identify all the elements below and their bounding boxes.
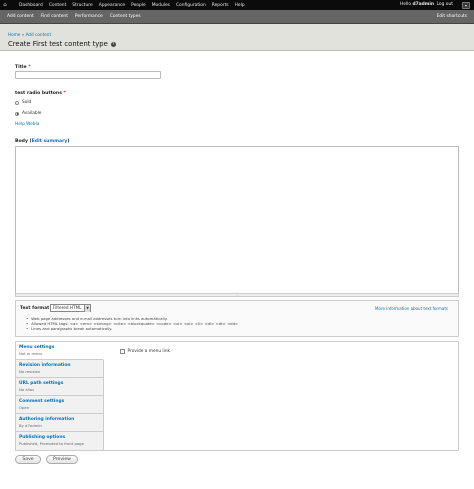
body-label: Body (Edit summary) [15, 139, 70, 144]
tab-summary: Not in menu [19, 351, 43, 356]
tab-summary: No revision [19, 369, 41, 374]
menu-item-dashboard[interactable]: Dashboard [19, 3, 43, 8]
tab-url-path-settings[interactable]: URL path settings No alias [16, 378, 103, 396]
user-greeting: Hello d7admin [400, 0, 434, 10]
chevron-down-icon: ▼ [84, 305, 90, 312]
shortcut-performance[interactable]: Performance [75, 14, 103, 19]
menu-item-configuration[interactable]: Configuration [176, 3, 206, 8]
text-format-value: Filtered HTML [53, 305, 82, 310]
tab-revision-information[interactable]: Revision information No revision [16, 360, 103, 378]
tab-title: Comment settings [19, 399, 65, 404]
help-text: Help Webla [15, 122, 40, 127]
admin-toolbar: ⌂ Dashboard Content Structure Appearance… [0, 0, 474, 10]
tab-title: URL path settings [19, 381, 64, 386]
menu-item-appearance[interactable]: Appearance [99, 3, 125, 8]
tab-summary: Published, Promoted to front page [19, 441, 84, 446]
provide-menu-link-checkbox[interactable] [120, 349, 125, 354]
tab-publishing-options[interactable]: Publishing options Published, Promoted to… [16, 432, 103, 450]
toggle-drawer-icon[interactable]: ▾ [462, 1, 470, 9]
more-info-link[interactable]: More information about text formats [375, 306, 448, 311]
tab-summary: By d7admin [19, 423, 42, 428]
menu-item-structure[interactable]: Structure [72, 3, 92, 8]
shortcuts-bar: Add content Find content Performance Con… [0, 10, 474, 24]
page-title: Create First test content type? [8, 40, 116, 48]
preview-button[interactable]: Preview [46, 455, 78, 464]
title-input[interactable] [15, 71, 161, 79]
body-label-text: Body [15, 139, 28, 144]
vertical-tabs-list: Menu settings Not in menu Revision inform… [16, 342, 104, 450]
radio-button[interactable] [15, 100, 19, 105]
save-button[interactable]: Save [15, 455, 41, 464]
shortcut-add-content[interactable]: Add content [7, 14, 34, 19]
required-marker: * [63, 91, 66, 96]
menu-item-people[interactable]: People [131, 3, 146, 8]
radio-sold-label: Sold [22, 100, 32, 105]
tab-authoring-information[interactable]: Authoring information By d7admin [16, 414, 103, 432]
menu-item-reports[interactable]: Reports [212, 3, 229, 8]
format-tips: Web page addresses and e-mail addresses … [26, 316, 238, 332]
breadcrumb: Home » Add content [8, 32, 51, 37]
edit-summary-link[interactable]: Edit summary [32, 139, 68, 144]
text-format-wrapper: Text format Filtered HTML ▼ More informat… [15, 300, 459, 337]
edit-shortcuts-link[interactable]: Edit shortcuts [437, 10, 467, 24]
radio-available-label: Available [22, 111, 42, 116]
tab-summary: Open [19, 405, 30, 410]
title-label-text: Title [15, 65, 27, 70]
greeting-text: Hello [399, 2, 413, 7]
tab-title: Publishing options [19, 435, 66, 440]
menu-item-help[interactable]: Help [235, 3, 245, 8]
format-tip: Lines and paragraphs break automatically… [26, 326, 238, 331]
menu-item-content[interactable]: Content [49, 3, 66, 8]
page-title-text: Create First test content type [8, 40, 108, 48]
radios-label-text: test radio buttons [15, 91, 62, 96]
provide-menu-link-label: Provide a menu link [127, 349, 171, 354]
admin-menu: Dashboard Content Structure Appearance P… [19, 3, 245, 8]
page-header: Home » Add content Create First test con… [0, 24, 474, 51]
tab-menu-settings[interactable]: Menu settings Not in menu [16, 342, 104, 360]
logout-link[interactable]: Log out [437, 0, 453, 10]
required-marker: * [28, 65, 31, 70]
text-format-select[interactable]: Filtered HTML ▼ [50, 304, 91, 312]
tab-summary: No alias [19, 387, 35, 392]
tab-title: Revision information [19, 363, 71, 368]
text-format-label: Text format [20, 306, 50, 311]
vertical-tabs: Menu settings Not in menu Revision inform… [15, 341, 459, 451]
tab-comment-settings[interactable]: Comment settings Open [16, 396, 103, 414]
radio-available[interactable]: Available [15, 111, 41, 116]
menu-settings-pane: Provide a menu link [120, 349, 170, 354]
home-icon[interactable]: ⌂ [0, 0, 10, 10]
radios-label: test radio buttons * [15, 91, 66, 96]
title-label: Title * [15, 65, 31, 70]
shortcut-content-types[interactable]: Content types [110, 14, 141, 19]
textarea-resize-grip[interactable]: ⋯ [15, 293, 459, 297]
breadcrumb-add-content[interactable]: Add content [26, 32, 51, 37]
body-textarea[interactable] [15, 146, 459, 297]
menu-item-modules[interactable]: Modules [152, 3, 170, 8]
help-icon[interactable]: ? [110, 42, 116, 47]
user-link[interactable]: d7admin [412, 2, 434, 7]
tab-title: Menu settings [19, 345, 55, 350]
breadcrumb-home[interactable]: Home [8, 32, 20, 37]
shortcut-find-content[interactable]: Find content [41, 14, 68, 19]
radio-sold[interactable]: Sold [15, 100, 31, 105]
radio-button[interactable] [15, 111, 19, 116]
tab-title: Authoring information [19, 417, 75, 422]
